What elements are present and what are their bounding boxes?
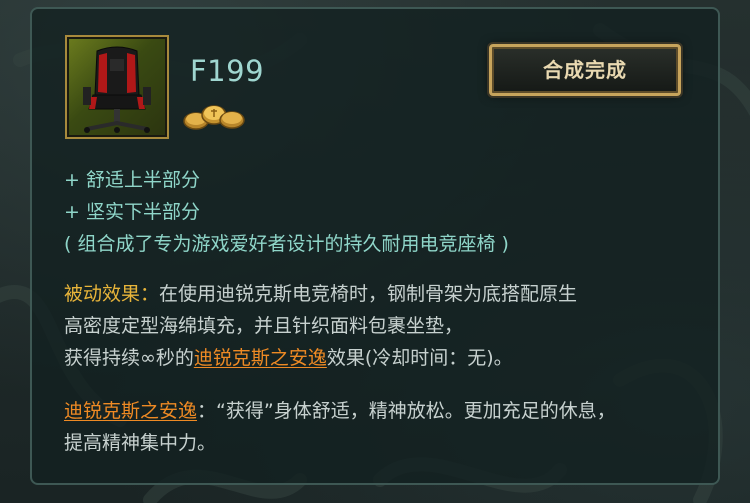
effect-link[interactable]: 迪锐克斯之安逸 [194,347,327,369]
recipe-note: ( 组合成了专为游戏爱好者设计的持久耐用电竞座椅 ) [64,233,509,255]
passive-line-1: 在使用迪锐克斯电竞椅时，钢制骨架为底搭配原生 [159,283,578,305]
effect-line-1: ：“获得”身体舒适，精神放松。更加充足的休息， [197,400,616,422]
passive-effect-section: 被动效果：在使用迪锐克斯电竞椅时，钢制骨架为底搭配原生 高密度定型海绵填充，并且… [64,278,704,374]
passive-label: 被动效果： [64,283,160,305]
effect-line-2: 提高精神集中力。 [64,432,217,454]
passive-line-3-suffix: 效果(冷却时间：无)。 [326,347,513,369]
recipe-component-upper: + 舒适上半部分 [64,169,200,191]
recipe-section: + 舒适上半部分 + 坚实下半部分 ( 组合成了专为游戏爱好者设计的持久耐用电竞… [64,164,509,260]
item-name: F199 [190,54,265,88]
recipe-component-lower: + 坚实下半部分 [64,201,200,223]
craft-complete-button[interactable]: 合成完成 [489,44,681,96]
item-icon-frame [65,35,169,139]
passive-line-3-prefix: 获得持续∞秒的 [64,347,194,369]
gold-coins-icon [183,105,245,130]
effect-description-section: 迪锐克斯之安逸：“获得”身体舒适，精神放松。更加充足的休息， 提高精神集中力。 [64,395,709,459]
effect-name-link[interactable]: 迪锐克斯之安逸 [64,400,197,422]
gaming-chair-icon [83,46,151,133]
passive-line-2: 高密度定型海绵填充，并且针织面料包裹坐垫， [64,315,464,337]
